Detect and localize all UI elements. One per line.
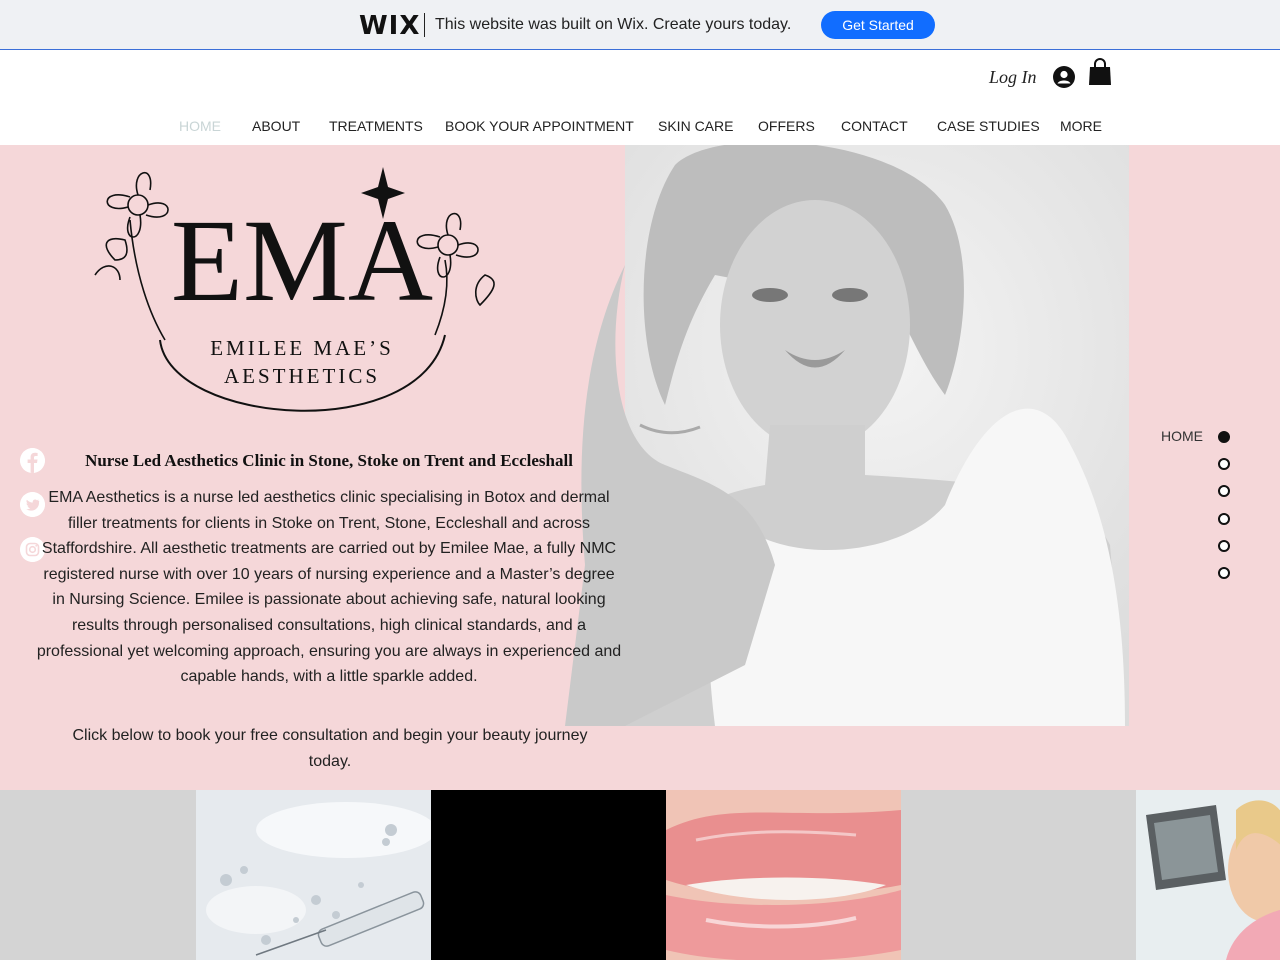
anchor-dot-4[interactable] <box>1218 513 1230 525</box>
nav-treatments[interactable]: TREATMENTS <box>329 118 423 134</box>
logo-line-1: EMILEE MAE’S <box>210 336 394 360</box>
site-header: Log In HOME ABOUT TREATMENTS BOOK YOUR A… <box>0 51 1280 145</box>
ema-logo: EMA EMILEE MAE’S AESTHETICS <box>94 167 495 412</box>
hero-body-text: EMA Aesthetics is a nurse led aesthetics… <box>36 489 622 686</box>
anchor-menu-label[interactable]: HOME <box>1161 428 1203 444</box>
anchor-dot-6[interactable] <box>1218 567 1230 579</box>
gallery-strip <box>0 790 1280 960</box>
nav-contact[interactable]: CONTACT <box>841 118 908 134</box>
nav-more[interactable]: MORE <box>1060 118 1102 134</box>
left-flower-icon <box>94 171 169 341</box>
wix-banner-message: This website was built on Wix. Create yo… <box>435 16 792 33</box>
nav-skin-care[interactable]: SKIN CARE <box>658 118 733 134</box>
hero-headline: Nurse Led Aesthetics Clinic in Stone, St… <box>85 451 573 470</box>
portrait-image <box>565 145 1129 726</box>
wix-banner: WIX This website was built on Wix. Creat… <box>0 0 1280 50</box>
anchor-dot-5[interactable] <box>1218 540 1230 552</box>
nav-case-studies[interactable]: CASE STUDIES <box>937 118 1040 134</box>
logo-line-2: AESTHETICS <box>224 364 380 388</box>
patient-treatment-image[interactable] <box>1136 790 1280 960</box>
shopping-bag-icon[interactable] <box>1088 58 1112 86</box>
anchor-dot-1[interactable] <box>1218 431 1230 443</box>
nav-home[interactable]: HOME <box>179 118 221 134</box>
nav-book-appointment[interactable]: BOOK YOUR APPOINTMENT <box>445 118 634 134</box>
login-link[interactable]: Log In <box>989 67 1037 88</box>
lips-image[interactable] <box>666 790 901 960</box>
main-nav: HOME ABOUT TREATMENTS BOOK YOUR APPOINTM… <box>0 118 1280 138</box>
black-video-tile[interactable] <box>431 790 666 960</box>
wix-logo[interactable]: WIX <box>359 11 420 41</box>
nav-about[interactable]: ABOUT <box>252 118 300 134</box>
syringe-serum-image[interactable] <box>196 790 431 960</box>
get-started-button[interactable]: Get Started <box>821 11 935 39</box>
account-avatar-icon[interactable] <box>1053 66 1075 88</box>
logo-monogram: EMA <box>171 195 433 326</box>
hero-cta-text: Click below to book your free consultati… <box>72 727 588 770</box>
wix-separator <box>424 13 425 37</box>
empty-tile <box>901 790 1136 960</box>
hero-section: EMA EMILEE MAE’S AESTHETICS Nurse Led Ae… <box>0 145 1280 790</box>
nav-offers[interactable]: OFFERS <box>758 118 815 134</box>
anchor-dot-2[interactable] <box>1218 458 1230 470</box>
anchor-dot-3[interactable] <box>1218 485 1230 497</box>
